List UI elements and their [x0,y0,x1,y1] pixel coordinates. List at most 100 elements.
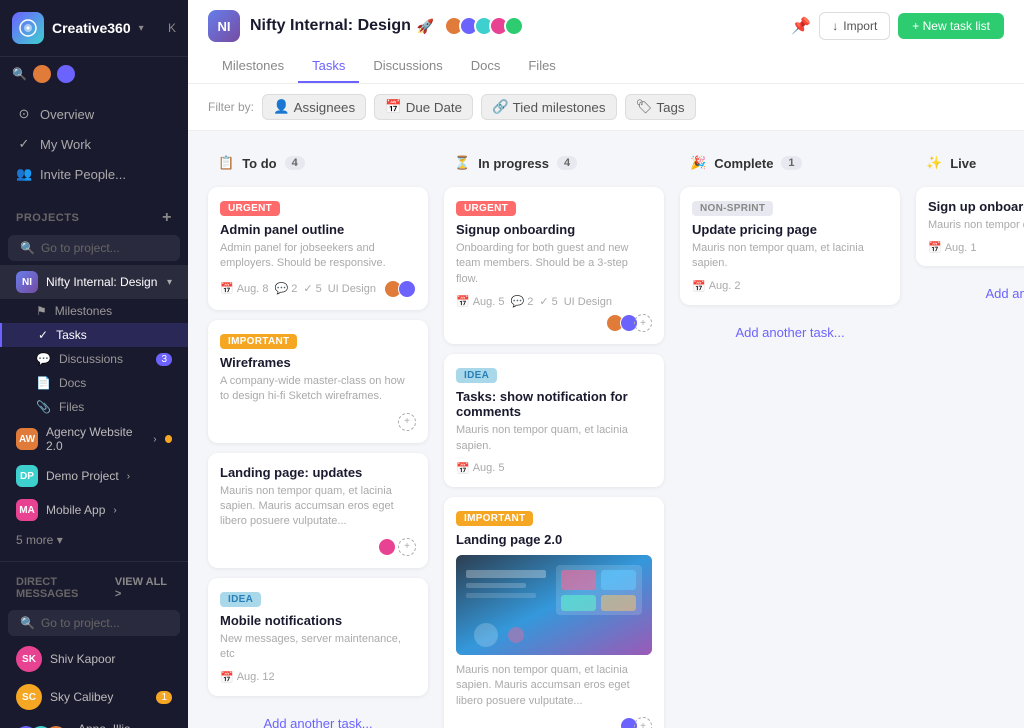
nav-item-invite[interactable]: 👥 Invite People... [0,159,188,189]
project-arrow-agency: › [153,434,156,445]
task-card[interactable]: URGENT Admin panel outline Admin panel f… [208,187,428,310]
add-member-button[interactable]: + [634,717,652,728]
overview-icon: ⊙ [16,106,32,122]
add-task-complete[interactable]: Add another task... [680,315,900,350]
project-item-nifty[interactable]: NI Nifty Internal: Design ▾ [0,265,188,299]
filter-tied-milestones[interactable]: 🔗 Tied milestones [481,94,616,120]
user-avatar-2[interactable] [57,65,75,83]
task-tag-non-sprint: NON-SPRINT [692,201,773,216]
task-card[interactable]: NON-SPRINT Update pricing page Mauris no… [680,187,900,305]
dm-person-group[interactable]: AI IL SK Anna, Illia, Sky... +2 [0,716,188,728]
main-header: NI Nifty Internal: Design 🚀 📌 ↓ I [188,0,1024,84]
pin-icon[interactable]: 📌 [791,16,811,36]
in-progress-icon: ⏳ [454,155,470,171]
todo-count: 4 [285,156,305,170]
tab-milestones[interactable]: Milestones [208,50,298,83]
app-dropdown-icon[interactable]: ▾ [139,23,144,34]
tag-icon: 🏷 [636,99,653,115]
task-tag: IMPORTANT [456,511,533,526]
project-item-mobile[interactable]: MA Mobile App › [0,493,188,527]
project-item-demo[interactable]: DP Demo Project › [0,459,188,493]
dm-search[interactable]: 🔍 Go to project... [8,610,180,636]
nav-item-my-work[interactable]: ✓ My Work [0,129,188,159]
task-subtasks: ✓ 5 [539,295,557,308]
project-avatar-demo: DP [16,465,38,487]
five-more-button[interactable]: 5 more ▾ [0,527,188,553]
task-title: Landing page 2.0 [456,532,652,547]
filter-due-date[interactable]: 📅 Due Date [374,94,473,120]
subnav-discussions[interactable]: 💬 Discussions 3 [0,347,188,371]
new-task-list-button[interactable]: + New task list [898,13,1004,39]
main-nav: ⊙ Overview ✓ My Work 👥 Invite People... [0,91,188,197]
complete-icon: 🎉 [690,155,706,171]
subnav-docs[interactable]: 📄 Docs [0,371,188,395]
task-avatars: + [606,314,652,332]
add-project-button[interactable]: + [162,209,172,227]
task-label: UI Design [564,296,612,308]
cal-icon: 📅 [692,280,706,293]
project-search[interactable]: 🔍 Go to project... [8,235,180,261]
col-header-in-progress: ⏳ In progress 4 [444,147,664,179]
add-member-button[interactable]: + [398,538,416,556]
task-desc: Mauris non tempor quam, et lacinia sapie… [456,423,652,454]
subnav-files[interactable]: 📎 Files [0,395,188,419]
dm-person-shiv[interactable]: SK Shiv Kapoor [0,640,188,678]
tab-tasks[interactable]: Tasks [298,50,359,83]
milestone-icon: 🔗 [492,99,509,115]
calendar-icon: 📅 [385,99,402,115]
discussions-badge: 3 [156,353,172,366]
import-button[interactable]: ↓ Import [819,12,890,40]
task-card[interactable]: IMPORTANT Landing page 2.0 [444,497,664,728]
filter-assignees[interactable]: 👤 Assignees [262,94,366,120]
project-item-agency[interactable]: AW Agency Website 2.0 › [0,419,188,459]
task-title: Wireframes [220,355,416,370]
task-card[interactable]: IDEA Tasks: show notification for commen… [444,354,664,487]
column-in-progress: ⏳ In progress 4 URGENT Signup onboarding… [444,147,664,728]
invite-icon: 👥 [16,166,32,182]
project-member-av-5 [504,16,524,36]
project-arrow-demo: › [127,471,130,482]
task-card[interactable]: IDEA Mobile notifications New messages, … [208,578,428,696]
user-avatar-1[interactable] [33,65,51,83]
task-card[interactable]: URGENT Signup onboarding Onboarding for … [444,187,664,344]
comment-icon: 💬 [511,295,525,308]
project-label-agency: Agency Website 2.0 [46,425,145,453]
dm-person-sky[interactable]: SC Sky Calibey 1 [0,678,188,716]
nav-item-overview[interactable]: ⊙ Overview [0,99,188,129]
task-meta: 📅 Aug. 1 [928,241,1024,254]
task-desc: A company-wide master-class on how to de… [220,374,416,405]
task-card[interactable]: IMPORTANT Wireframes A company-wide mast… [208,320,428,443]
col-header-todo: 📋 To do 4 [208,147,428,179]
check-icon: ✓ [539,295,548,308]
task-tag: IDEA [456,368,497,383]
dm-search-icon: 🔍 [20,616,35,630]
dm-name-sky: Sky Calibey [50,690,113,704]
cal-icon: 📅 [220,671,234,684]
subnav-tasks[interactable]: ✓ Tasks [0,323,188,347]
dm-avatar-shiv: SK [16,646,42,672]
add-member-button[interactable]: + [398,413,416,431]
task-meta: + [220,413,416,431]
add-task-live[interactable]: Add another... [916,276,1024,311]
task-title: Admin panel outline [220,222,416,237]
tab-discussions[interactable]: Discussions [359,50,456,83]
task-tag: URGENT [456,201,516,216]
task-card[interactable]: Sign up onboarding Mauris non tempor qua… [916,187,1024,266]
add-member-button[interactable]: + [634,314,652,332]
task-desc: Admin panel for jobseekers and employers… [220,241,416,272]
todo-icon: 📋 [218,155,234,171]
header-tabs: Milestones Tasks Discussions Docs Files [208,50,1004,83]
project-label-demo: Demo Project [46,469,119,483]
dm-view-all-button[interactable]: View all > [115,576,172,600]
subnav-milestones[interactable]: ⚑ Milestones [0,299,188,323]
add-task-todo[interactable]: Add another task... [208,706,428,728]
dm-badge-sky: 1 [156,691,172,704]
search-icon[interactable]: 🔍 [12,67,27,81]
column-todo: 📋 To do 4 URGENT Admin panel outline Adm… [208,147,428,728]
filter-tags[interactable]: 🏷 Tags [625,94,696,120]
tab-files[interactable]: Files [514,50,569,83]
project-avatar-nifty: NI [16,271,38,293]
app-logo-icon[interactable] [12,12,44,44]
tab-docs[interactable]: Docs [457,50,515,83]
task-card[interactable]: Landing page: updates Mauris non tempor … [208,453,428,568]
